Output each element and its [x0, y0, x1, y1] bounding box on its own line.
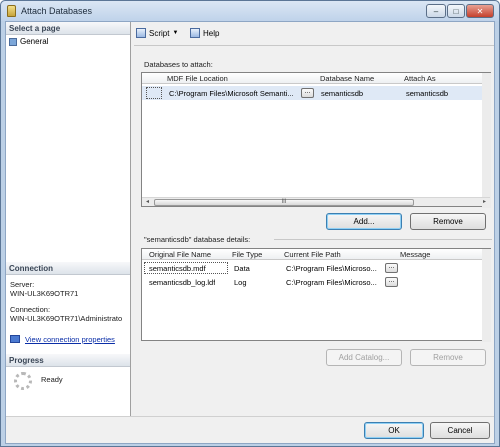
help-label: Help	[203, 28, 220, 38]
grid-header: MDF File Location Database Name Attach A…	[142, 73, 490, 84]
window-title: Attach Databases	[21, 6, 93, 16]
row-selector	[146, 87, 162, 99]
script-label: Script	[149, 28, 170, 38]
script-icon	[136, 28, 146, 38]
file-name-cell: semanticsdb.mdf	[149, 264, 206, 273]
table-row[interactable]: semanticsdb.mdf Data C:\Program Files\Mi…	[142, 262, 490, 274]
chevron-down-icon: ▼	[172, 30, 179, 36]
file-path-cell: C:\Program Files\Microso...	[286, 264, 377, 273]
browse-file-button[interactable]: ...	[385, 277, 398, 287]
column-file-type[interactable]: File Type	[232, 250, 262, 259]
databases-grid: MDF File Location Database Name Attach A…	[141, 72, 491, 208]
page-icon	[9, 37, 17, 46]
details-separator	[274, 239, 492, 240]
page-item-label: General	[20, 37, 49, 46]
add-button[interactable]: Add...	[326, 213, 402, 230]
browse-mdf-button[interactable]: ...	[301, 88, 314, 98]
cancel-button[interactable]: Cancel	[430, 422, 490, 439]
column-current-file-path[interactable]: Current File Path	[284, 250, 341, 259]
toolbar-separator	[134, 45, 494, 46]
server-value: WIN-UL3K69OTR71	[10, 289, 79, 298]
database-icon	[7, 5, 16, 17]
database-name-cell: semanticsdb	[321, 89, 364, 98]
file-name-cell: semanticsdb_log.ldf	[149, 278, 216, 287]
progress-header: Progress	[6, 354, 130, 367]
attach-as-cell[interactable]: semanticsdb	[406, 89, 448, 98]
details-grid-header: Original File Name File Type Current Fil…	[142, 249, 490, 260]
horizontal-scrollbar[interactable]: ◂ III ▸	[142, 197, 490, 206]
connection-properties-icon	[10, 335, 20, 343]
file-path-cell: C:\Program Files\Microso...	[286, 278, 377, 287]
progress-status: Ready	[41, 375, 63, 384]
dialog-client: Select a page General Connection Server:…	[5, 21, 495, 444]
view-connection-properties-link[interactable]: View connection properties	[25, 335, 115, 344]
dialog-footer: OK Cancel	[6, 416, 494, 443]
column-database-name[interactable]: Database Name	[320, 74, 374, 83]
ok-button[interactable]: OK	[364, 422, 424, 439]
help-icon	[190, 28, 200, 38]
column-attach-as[interactable]: Attach As	[404, 74, 436, 83]
table-row[interactable]: C:\Program Files\Microsoft Semanti... ..…	[142, 86, 490, 100]
remove-button[interactable]: Remove	[410, 213, 486, 230]
connection-label: Connection:	[10, 305, 51, 314]
vertical-scrollbar[interactable]	[482, 73, 491, 208]
scroll-left-icon[interactable]: ◂	[143, 198, 152, 206]
maximize-button[interactable]: □	[447, 4, 465, 18]
help-button[interactable]: Help	[190, 28, 219, 38]
browse-file-button[interactable]: ...	[385, 263, 398, 273]
attach-databases-window: Attach Databases – □ ✕ Select a page Gen…	[0, 0, 500, 447]
databases-to-attach-label: Databases to attach:	[144, 60, 213, 69]
close-button[interactable]: ✕	[466, 4, 494, 18]
server-label: Server:	[10, 280, 35, 289]
table-row[interactable]: semanticsdb_log.ldf Log C:\Program Files…	[142, 276, 490, 288]
add-catalog-button[interactable]: Add Catalog...	[326, 349, 402, 366]
database-details-label: "semanticsdb" database details:	[144, 235, 251, 244]
mdf-location-cell: C:\Program Files\Microsoft Semanti...	[169, 89, 294, 98]
column-mdf-file-location[interactable]: MDF File Location	[167, 74, 228, 83]
minimize-button[interactable]: –	[426, 4, 446, 18]
page-item-general[interactable]: General	[9, 37, 48, 46]
file-type-cell: Log	[234, 278, 247, 287]
scroll-thumb[interactable]: III	[154, 199, 414, 206]
details-grid: Original File Name File Type Current Fil…	[141, 248, 491, 342]
connection-value: WIN-UL3K69OTR71\Administrato	[10, 314, 123, 323]
left-pane: Select a page General Connection Server:…	[6, 22, 131, 416]
select-page-header: Select a page	[6, 22, 130, 35]
title-bar: Attach Databases – □ ✕	[1, 1, 499, 21]
remove-file-button[interactable]: Remove	[410, 349, 486, 366]
scroll-right-icon[interactable]: ▸	[480, 198, 489, 206]
progress-spinner-icon	[14, 372, 32, 390]
column-message[interactable]: Message	[400, 250, 430, 259]
column-original-file-name[interactable]: Original File Name	[149, 250, 211, 259]
file-type-cell: Data	[234, 264, 250, 273]
script-button[interactable]: Script ▼	[136, 28, 178, 38]
connection-header: Connection	[6, 262, 130, 275]
details-vertical-scrollbar[interactable]	[482, 249, 491, 342]
